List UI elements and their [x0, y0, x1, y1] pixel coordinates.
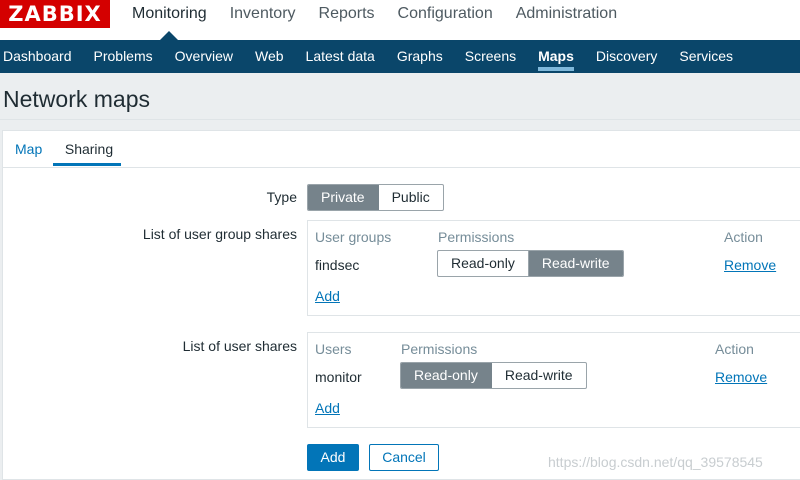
type-private-option[interactable]: Private [308, 185, 379, 210]
tab-map[interactable]: Map [15, 141, 42, 157]
active-tab-indicator [53, 163, 121, 166]
group-shares-header-name: User groups [315, 229, 392, 245]
sub-menu-services[interactable]: Services [679, 40, 733, 73]
user-shares-header-action: Action [715, 341, 754, 357]
group-shares-header-action: Action [724, 229, 763, 245]
group-share-read-write-option[interactable]: Read-write [528, 251, 623, 276]
type-public-option[interactable]: Public [379, 185, 443, 210]
top-menu-reports[interactable]: Reports [319, 0, 375, 40]
user-share-remove-link[interactable]: Remove [715, 369, 767, 385]
user-share-permission-toggle: Read-only Read-write [400, 362, 587, 389]
sub-menu-graphs[interactable]: Graphs [397, 40, 443, 73]
sub-menu-overview[interactable]: Overview [175, 40, 233, 73]
top-menu: Monitoring Inventory Reports Configurati… [132, 0, 640, 40]
user-share-read-write-option[interactable]: Read-write [492, 363, 586, 388]
user-shares-table: Users Permissions Action monitor Read-on… [307, 332, 800, 428]
user-shares-header-permissions: Permissions [401, 341, 478, 357]
group-share-permission-toggle: Read-only Read-write [437, 250, 624, 277]
watermark: https://blog.csdn.net/qq_39578545 [548, 454, 763, 470]
top-menu-monitoring[interactable]: Monitoring [132, 0, 207, 40]
cancel-button[interactable]: Cancel [369, 444, 439, 471]
sub-menu: Dashboard Problems Overview Web Latest d… [0, 40, 800, 73]
top-menu-configuration[interactable]: Configuration [398, 0, 493, 40]
sub-menu-screens[interactable]: Screens [465, 40, 516, 73]
top-header: ZABBIX Monitoring Inventory Reports Conf… [0, 0, 800, 40]
group-share-remove-link[interactable]: Remove [724, 257, 776, 273]
type-label: Type [266, 189, 297, 205]
sub-menu-problems[interactable]: Problems [94, 40, 153, 73]
user-shares-label: List of user shares [182, 338, 297, 354]
group-shares-table: User groups Permissions Action findsec R… [307, 220, 800, 316]
zabbix-logo[interactable]: ZABBIX [0, 0, 110, 28]
sub-menu-maps[interactable]: Maps [538, 40, 574, 73]
group-shares-label: List of user group shares [142, 226, 297, 242]
form-panel: Map Sharing Type Private Public List of … [2, 130, 800, 480]
page-title: Network maps [3, 86, 150, 112]
title-divider [0, 119, 800, 120]
group-share-read-only-option[interactable]: Read-only [438, 251, 529, 276]
sub-menu-latest-data[interactable]: Latest data [306, 40, 375, 73]
sub-menu-web[interactable]: Web [255, 40, 284, 73]
sub-menu-discovery[interactable]: Discovery [596, 40, 657, 73]
top-menu-inventory[interactable]: Inventory [230, 0, 296, 40]
user-share-name: monitor [315, 369, 362, 385]
group-shares-header-permissions: Permissions [438, 229, 515, 245]
add-button[interactable]: Add [307, 444, 359, 471]
user-share-add-link[interactable]: Add [315, 400, 340, 416]
group-share-name: findsec [315, 257, 360, 273]
sub-menu-dashboard[interactable]: Dashboard [3, 40, 72, 73]
user-share-read-only-option[interactable]: Read-only [401, 363, 492, 388]
top-menu-administration[interactable]: Administration [516, 0, 617, 40]
group-share-add-link[interactable]: Add [315, 288, 340, 304]
type-toggle: Private Public [307, 184, 444, 211]
user-shares-header-name: Users [315, 341, 352, 357]
tab-bar: Map Sharing [3, 131, 800, 168]
